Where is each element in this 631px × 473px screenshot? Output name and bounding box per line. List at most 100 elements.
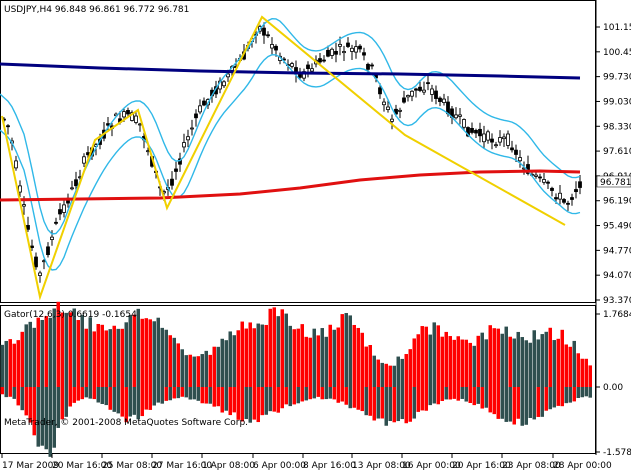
gator-upper-bar — [380, 362, 384, 387]
gator-upper-bar — [496, 328, 500, 387]
gator-upper-bar — [448, 336, 452, 387]
gator-upper-bar — [384, 363, 388, 387]
gator-upper-bar — [248, 322, 252, 387]
gator-lower-bar — [432, 387, 436, 404]
gator-upper-bar — [312, 328, 316, 387]
indicator-title: Gator(12,6,3) 0.6619 -0.1654 — [4, 310, 137, 320]
gator-lower-bar — [568, 387, 572, 403]
candle-body — [350, 47, 354, 52]
gator-lower-bar — [208, 387, 212, 404]
gator-upper-bar — [324, 336, 328, 387]
gator-lower-bar — [12, 387, 16, 399]
gator-lower-bar — [520, 387, 524, 426]
gator-lower-bar — [584, 387, 588, 397]
gator-upper-bar — [536, 339, 540, 387]
gator-lower-bar — [412, 387, 416, 419]
gator-upper-bar — [108, 329, 112, 387]
candle-body — [138, 123, 142, 126]
candle-body — [14, 160, 18, 169]
candle-body — [518, 157, 522, 162]
gator-upper-bar — [40, 319, 44, 387]
gator-upper-bar — [588, 365, 592, 387]
gator-upper-bar — [336, 327, 340, 387]
gator-lower-bar — [80, 387, 84, 400]
candle-body — [574, 189, 578, 193]
gator-upper-bar — [236, 330, 240, 387]
gator-lower-bar — [20, 387, 24, 411]
candle-body — [226, 73, 230, 78]
candle-body — [538, 176, 542, 179]
gator-upper-bar — [296, 328, 300, 387]
gator-lower-bar — [112, 387, 116, 412]
gator-upper-bar — [256, 323, 260, 387]
chart-canvas[interactable]: 101.150 100.455 99.730 99.030 98.330 97.610 96… — [0, 0, 631, 473]
candle-body — [502, 136, 506, 140]
gator-lower-bar — [552, 387, 556, 408]
gator-lower-bar — [396, 387, 400, 422]
gator-lower-bar — [180, 387, 184, 397]
gator-lower-bar — [444, 387, 448, 400]
gator-lower-bar — [136, 387, 140, 420]
candle-body — [38, 272, 42, 276]
gator-lower-bar — [196, 387, 200, 401]
gator-upper-bar — [280, 309, 284, 387]
candle-body — [442, 98, 446, 103]
candle-body — [410, 90, 414, 97]
gator-upper-bar — [424, 326, 428, 387]
gator-upper-bar — [20, 331, 24, 387]
gator-upper-bar — [344, 313, 348, 387]
candle-body — [58, 209, 62, 215]
candle-body — [62, 204, 66, 213]
candle-body — [454, 114, 458, 119]
gator-lower-bar — [340, 387, 344, 402]
gator-upper-bar — [184, 355, 188, 387]
gator-lower-bar — [40, 387, 44, 446]
gator-upper-bar — [168, 335, 172, 387]
candle-body — [562, 199, 566, 203]
gator-lower-bar — [372, 387, 376, 421]
gator-lower-bar — [296, 387, 300, 404]
gator-upper-bar — [24, 324, 28, 387]
gator-lower-bar — [540, 387, 544, 417]
gator-upper-bar — [364, 346, 368, 387]
candle-body — [190, 127, 194, 130]
gator-upper-bar — [412, 338, 416, 387]
candle-body — [198, 105, 202, 113]
indicator-tick-label: 1.7684 — [603, 310, 631, 320]
gator-upper-bar — [416, 334, 420, 387]
gator-upper-bar — [408, 349, 412, 387]
gator-lower-bar — [72, 387, 76, 403]
candle-body — [570, 197, 574, 200]
price-axis[interactable]: 101.150 100.455 99.730 99.030 98.330 97.610 96… — [596, 23, 631, 306]
gator-lower-bar — [64, 387, 68, 417]
gator-lower-bar — [220, 387, 224, 413]
candle-body — [330, 48, 334, 56]
gator-upper-bar — [124, 322, 128, 387]
gator-lower-bar — [576, 387, 580, 398]
gator-lower-bar — [24, 387, 28, 416]
candle-body — [318, 58, 322, 63]
candle-body — [490, 138, 494, 143]
gator-lower-bar — [556, 387, 560, 406]
gator-lower-bar — [384, 387, 388, 426]
gator-upper-bar — [368, 345, 372, 387]
price-tick-label: 101.150 — [603, 23, 631, 33]
candle-body — [510, 147, 514, 151]
price-tick-label: 95.490 — [603, 222, 631, 232]
metatrader-chart-window[interactable]: 101.150 100.455 99.730 99.030 98.330 97.610 96… — [0, 0, 631, 473]
gator-upper-bar — [104, 330, 108, 387]
candle-body — [546, 181, 550, 184]
gator-upper-bar — [144, 318, 148, 387]
gator-upper-bar — [560, 329, 564, 387]
candle-body — [74, 179, 78, 187]
gator-upper-bar — [376, 359, 380, 387]
gator-upper-bar — [28, 321, 32, 387]
gator-upper-bar — [504, 326, 508, 387]
gator-lower-bar — [532, 387, 536, 420]
gator-upper-bar — [264, 324, 268, 387]
candle-body — [46, 246, 50, 256]
gator-upper-bar — [212, 346, 216, 387]
candle-body — [378, 87, 382, 95]
gator-upper-bar — [68, 312, 72, 387]
candle-body — [186, 136, 190, 141]
